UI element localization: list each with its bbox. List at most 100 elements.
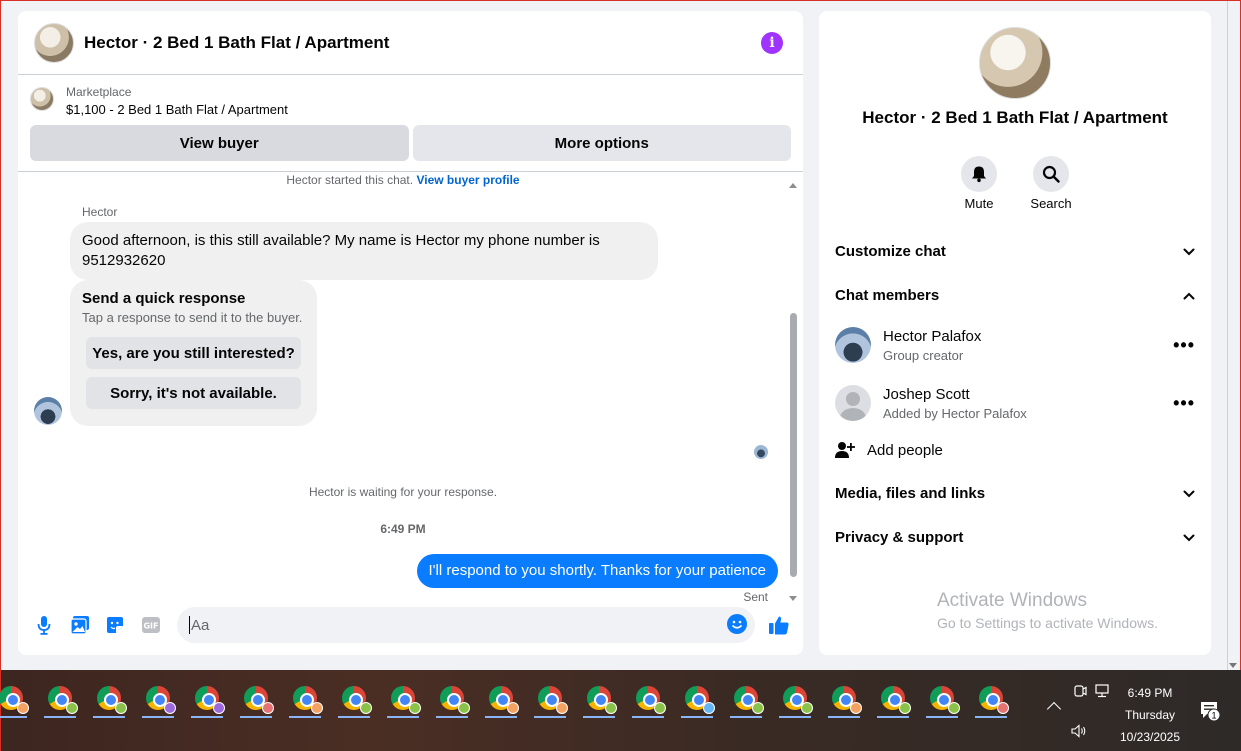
taskbar-chrome-icon[interactable] xyxy=(89,678,129,718)
marketplace-listing[interactable]: Marketplace $1,100 - 2 Bed 1 Bath Flat /… xyxy=(18,75,803,125)
quick-reply-not-available[interactable]: Sorry, it's not available. xyxy=(86,377,301,409)
gif-icon[interactable]: GIF xyxy=(139,613,163,637)
media-files-section[interactable]: Media, files and links xyxy=(835,485,1195,502)
conversation-avatar[interactable] xyxy=(979,27,1051,99)
profile-badge-icon xyxy=(311,702,323,714)
taskbar-chrome-icon[interactable] xyxy=(236,678,276,718)
profile-badge-icon xyxy=(360,702,372,714)
member-role: Group creator xyxy=(883,347,964,363)
info-icon[interactable]: i xyxy=(761,31,783,54)
chevron-up-icon xyxy=(1183,292,1195,299)
svg-text:GIF: GIF xyxy=(144,622,159,631)
running-indicator xyxy=(289,716,321,718)
taskbar-chrome-icon[interactable] xyxy=(677,678,717,718)
chat-members-section[interactable]: Chat members xyxy=(835,287,1195,304)
view-buyer-button[interactable]: View buyer xyxy=(30,125,409,161)
privacy-support-section[interactable]: Privacy & support xyxy=(835,529,1195,546)
sticker-icon[interactable] xyxy=(104,613,128,637)
taskbar-chrome-icon[interactable] xyxy=(285,678,325,718)
running-indicator xyxy=(436,716,468,718)
chat-started-notice: Hector started this chat. View buyer pro… xyxy=(18,173,788,187)
chat-details-panel: Hector · 2 Bed 1 Bath Flat / Apartment M… xyxy=(819,11,1211,655)
volume-icon[interactable] xyxy=(1071,724,1089,738)
sender-name: Hector xyxy=(82,205,118,219)
running-indicator xyxy=(93,716,125,718)
more-options-icon[interactable]: ••• xyxy=(1173,335,1195,356)
emoji-icon[interactable] xyxy=(727,614,748,634)
taskbar-chrome-icon[interactable] xyxy=(824,678,864,718)
running-indicator xyxy=(730,716,762,718)
page-scrollbar[interactable] xyxy=(1227,1,1241,670)
taskbar-chrome-icon[interactable] xyxy=(432,678,472,718)
profile-badge-icon xyxy=(997,702,1009,714)
member-hector-palafox[interactable]: Hector Palafox Group creator ••• xyxy=(835,327,1195,363)
photo-icon[interactable] xyxy=(68,613,92,637)
taskbar-chrome-icon[interactable] xyxy=(628,678,668,718)
scrollbar-thumb[interactable] xyxy=(790,313,797,577)
profile-badge-icon xyxy=(262,702,274,714)
mute-button[interactable]: Mute xyxy=(961,156,997,211)
details-title: Hector · 2 Bed 1 Bath Flat / Apartment xyxy=(862,108,1168,127)
show-hidden-icons-chevron-icon[interactable] xyxy=(1046,701,1062,717)
message-scrollbar[interactable] xyxy=(789,183,799,601)
search-icon xyxy=(1033,156,1069,192)
running-indicator xyxy=(779,716,811,718)
outgoing-message[interactable]: I'll respond to you shortly. Thanks for … xyxy=(416,554,778,588)
member-joshep-scott[interactable]: Joshep Scott Added by Hector Palafox ••• xyxy=(835,385,1195,421)
taskbar-chrome-icon[interactable] xyxy=(579,678,619,718)
taskbar-chrome-icon[interactable] xyxy=(40,678,80,718)
header-divider xyxy=(18,171,803,172)
microphone-icon[interactable] xyxy=(32,613,56,637)
taskbar-chrome-icon[interactable] xyxy=(334,678,374,718)
running-indicator xyxy=(338,716,370,718)
search-button[interactable]: Search xyxy=(1030,156,1072,211)
profile-badge-icon xyxy=(801,702,813,714)
running-indicator xyxy=(240,716,272,718)
profile-badge-icon xyxy=(164,702,176,714)
chat-members-label: Chat members xyxy=(835,287,940,304)
activate-windows-subtitle: Go to Settings to activate Windows. xyxy=(937,615,1158,631)
more-options-button[interactable]: More options xyxy=(412,125,791,161)
message-timestamp: 6:49 PM xyxy=(380,522,426,536)
view-buyer-profile-link[interactable]: View buyer profile xyxy=(416,173,519,187)
profile-badge-icon xyxy=(17,702,29,714)
quick-response-title: Send a quick response xyxy=(82,290,246,307)
sender-avatar[interactable] xyxy=(34,397,62,425)
taskbar-chrome-icon[interactable] xyxy=(971,678,1011,718)
taskbar-chrome-icon[interactable] xyxy=(530,678,570,718)
profile-badge-icon xyxy=(115,702,127,714)
listing-avatar[interactable] xyxy=(34,22,74,63)
meet-now-icon[interactable] xyxy=(1073,684,1087,698)
notification-center-icon[interactable]: 1 xyxy=(1199,700,1221,727)
quick-reply-still-interested[interactable]: Yes, are you still interested? xyxy=(86,337,301,369)
taskbar-chrome-icon[interactable] xyxy=(775,678,815,718)
running-indicator xyxy=(44,716,76,718)
add-people-button[interactable]: Add people xyxy=(835,441,943,459)
chevron-down-icon xyxy=(1183,490,1195,497)
thumbs-up-icon[interactable] xyxy=(767,613,791,637)
scroll-down-icon[interactable] xyxy=(1229,663,1237,668)
taskbar-chrome-icon[interactable] xyxy=(138,678,178,718)
running-indicator xyxy=(926,716,958,718)
profile-badge-icon xyxy=(605,702,617,714)
windows-taskbar: 6:49 PM Thursday 10/23/2025 1 xyxy=(0,670,1241,751)
incoming-message[interactable]: Good afternoon, is this still available?… xyxy=(70,222,658,280)
running-indicator xyxy=(191,716,223,718)
taskbar-chrome-icon[interactable] xyxy=(187,678,227,718)
network-icon[interactable] xyxy=(1095,684,1113,698)
profile-badge-icon xyxy=(66,702,78,714)
taskbar-chrome-icon[interactable] xyxy=(873,678,913,718)
message-input[interactable]: Aa xyxy=(177,607,756,643)
taskbar-chrome-icon[interactable] xyxy=(481,678,521,718)
privacy-support-label: Privacy & support xyxy=(835,529,964,546)
scroll-up-icon[interactable] xyxy=(789,183,797,188)
taskbar-chrome-icon[interactable] xyxy=(922,678,962,718)
more-options-icon[interactable]: ••• xyxy=(1173,393,1195,414)
scroll-down-icon[interactable] xyxy=(789,596,797,601)
taskbar-chrome-icon[interactable] xyxy=(726,678,766,718)
taskbar-chrome-icon[interactable] xyxy=(383,678,423,718)
chat-started-text: Hector started this chat. xyxy=(286,173,414,187)
taskbar-clock[interactable]: 6:49 PM Thursday 10/23/2025 xyxy=(1115,682,1185,748)
taskbar-chrome-icon[interactable] xyxy=(0,678,31,718)
customize-chat-section[interactable]: Customize chat xyxy=(835,243,1195,260)
